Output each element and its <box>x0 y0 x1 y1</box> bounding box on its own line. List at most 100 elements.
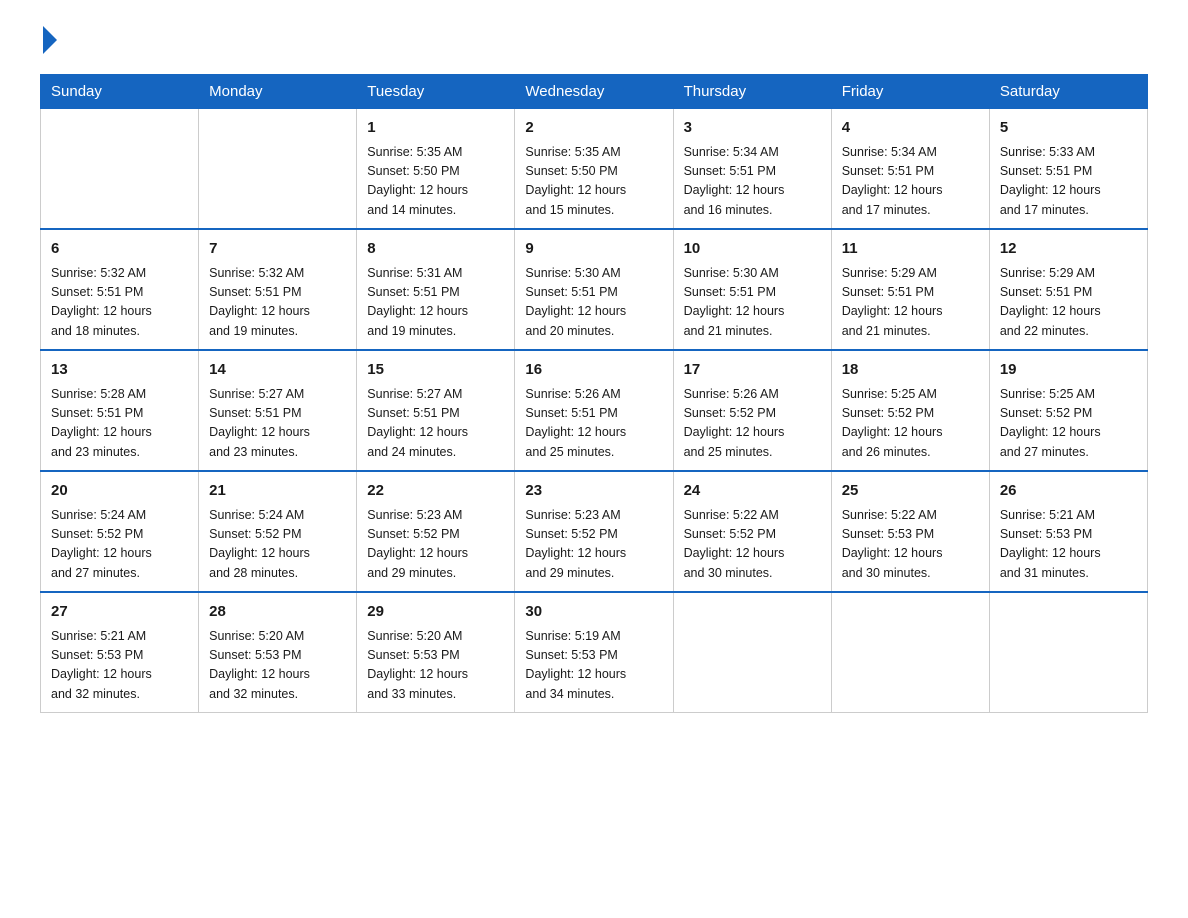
day-info: Sunrise: 5:20 AMSunset: 5:53 PMDaylight:… <box>367 627 504 705</box>
day-info: Sunrise: 5:23 AMSunset: 5:52 PMDaylight:… <box>367 506 504 584</box>
day-number: 2 <box>525 117 662 140</box>
calendar-cell: 14 Sunrise: 5:27 AMSunset: 5:51 PMDayligh… <box>199 350 357 471</box>
day-number: 27 <box>51 601 188 624</box>
calendar-cell: 3 Sunrise: 5:34 AMSunset: 5:51 PMDaylight… <box>673 109 831 230</box>
day-header-tuesday: Tuesday <box>357 75 515 109</box>
day-info: Sunrise: 5:31 AMSunset: 5:51 PMDaylight:… <box>367 264 504 342</box>
calendar-body: 1 Sunrise: 5:35 AMSunset: 5:50 PMDaylight… <box>41 109 1148 713</box>
day-number: 11 <box>842 238 979 261</box>
calendar-cell: 9 Sunrise: 5:30 AMSunset: 5:51 PMDaylight… <box>515 229 673 350</box>
day-header-friday: Friday <box>831 75 989 109</box>
day-info: Sunrise: 5:29 AMSunset: 5:51 PMDaylight:… <box>1000 264 1137 342</box>
day-number: 30 <box>525 601 662 624</box>
day-number: 14 <box>209 359 346 382</box>
calendar-table: SundayMondayTuesdayWednesdayThursdayFrid… <box>40 74 1148 713</box>
day-number: 8 <box>367 238 504 261</box>
calendar-cell: 15Sunrise: 5:27 AMSunset: 5:51 PMDayligh… <box>357 350 515 471</box>
calendar-cell: 7 Sunrise: 5:32 AMSunset: 5:51 PMDaylight… <box>199 229 357 350</box>
calendar-cell: 29 Sunrise: 5:20 AMSunset: 5:53 PMDayligh… <box>357 592 515 713</box>
day-info: Sunrise: 5:30 AMSunset: 5:51 PMDaylight:… <box>684 264 821 342</box>
day-number: 25 <box>842 480 979 503</box>
calendar-cell: 21 Sunrise: 5:24 AMSunset: 5:52 PMDayligh… <box>199 471 357 592</box>
day-number: 5 <box>1000 117 1137 140</box>
calendar-cell: 18Sunrise: 5:25 AMSunset: 5:52 PMDayligh… <box>831 350 989 471</box>
day-info: Sunrise: 5:25 AMSunset: 5:52 PMDaylight:… <box>842 385 979 463</box>
calendar-cell: 6Sunrise: 5:32 AMSunset: 5:51 PMDaylight… <box>41 229 199 350</box>
calendar-cell: 12 Sunrise: 5:29 AMSunset: 5:51 PMDayligh… <box>989 229 1147 350</box>
calendar-week-row: 20Sunrise: 5:24 AMSunset: 5:52 PMDayligh… <box>41 471 1148 592</box>
day-info: Sunrise: 5:26 AMSunset: 5:52 PMDaylight:… <box>684 385 821 463</box>
calendar-cell: 17 Sunrise: 5:26 AMSunset: 5:52 PMDayligh… <box>673 350 831 471</box>
day-info: Sunrise: 5:29 AMSunset: 5:51 PMDaylight:… <box>842 264 979 342</box>
day-header-sunday: Sunday <box>41 75 199 109</box>
day-header-row: SundayMondayTuesdayWednesdayThursdayFrid… <box>41 75 1148 109</box>
day-number: 10 <box>684 238 821 261</box>
day-info: Sunrise: 5:34 AMSunset: 5:51 PMDaylight:… <box>684 143 821 221</box>
calendar-cell: 8 Sunrise: 5:31 AMSunset: 5:51 PMDaylight… <box>357 229 515 350</box>
logo-arrow-icon <box>43 26 57 54</box>
day-number: 29 <box>367 601 504 624</box>
day-number: 7 <box>209 238 346 261</box>
day-number: 3 <box>684 117 821 140</box>
calendar-cell: 26 Sunrise: 5:21 AMSunset: 5:53 PMDayligh… <box>989 471 1147 592</box>
calendar-cell: 24 Sunrise: 5:22 AMSunset: 5:52 PMDayligh… <box>673 471 831 592</box>
calendar-cell: 27Sunrise: 5:21 AMSunset: 5:53 PMDayligh… <box>41 592 199 713</box>
day-info: Sunrise: 5:21 AMSunset: 5:53 PMDaylight:… <box>1000 506 1137 584</box>
day-info: Sunrise: 5:33 AMSunset: 5:51 PMDaylight:… <box>1000 143 1137 221</box>
day-number: 21 <box>209 480 346 503</box>
calendar-cell: 2 Sunrise: 5:35 AMSunset: 5:50 PMDaylight… <box>515 109 673 230</box>
day-header-thursday: Thursday <box>673 75 831 109</box>
calendar-cell: 4 Sunrise: 5:34 AMSunset: 5:51 PMDaylight… <box>831 109 989 230</box>
calendar-cell: 16Sunrise: 5:26 AMSunset: 5:51 PMDayligh… <box>515 350 673 471</box>
day-number: 22 <box>367 480 504 503</box>
day-info: Sunrise: 5:25 AMSunset: 5:52 PMDaylight:… <box>1000 385 1137 463</box>
calendar-cell <box>41 109 199 230</box>
day-info: Sunrise: 5:24 AMSunset: 5:52 PMDaylight:… <box>209 506 346 584</box>
calendar-header: SundayMondayTuesdayWednesdayThursdayFrid… <box>41 75 1148 109</box>
day-info: Sunrise: 5:34 AMSunset: 5:51 PMDaylight:… <box>842 143 979 221</box>
day-info: Sunrise: 5:35 AMSunset: 5:50 PMDaylight:… <box>525 143 662 221</box>
calendar-cell <box>673 592 831 713</box>
day-number: 28 <box>209 601 346 624</box>
day-number: 19 <box>1000 359 1137 382</box>
day-number: 24 <box>684 480 821 503</box>
day-info: Sunrise: 5:28 AMSunset: 5:51 PMDaylight:… <box>51 385 188 463</box>
calendar-cell <box>831 592 989 713</box>
day-number: 6 <box>51 238 188 261</box>
day-number: 13 <box>51 359 188 382</box>
day-header-wednesday: Wednesday <box>515 75 673 109</box>
calendar-week-row: 6 Sunrise: 5:32 AMSunset: 5:51 PMDaylight… <box>41 229 1148 350</box>
day-info: Sunrise: 5:19 AMSunset: 5:53 PMDaylight:… <box>525 627 662 705</box>
calendar-cell: 22 Sunrise: 5:23 AMSunset: 5:52 PMDayligh… <box>357 471 515 592</box>
day-number: 23 <box>525 480 662 503</box>
day-info: Sunrise: 5:27 AMSunset: 5:51 PMDaylight:… <box>209 385 346 463</box>
day-header-monday: Monday <box>199 75 357 109</box>
calendar-cell: 23 Sunrise: 5:23 AMSunset: 5:52 PMDayligh… <box>515 471 673 592</box>
day-info: Sunrise: 5:32 AMSunset: 5:51 PMDaylight:… <box>209 264 346 342</box>
day-info: Sunrise: 5:20 AMSunset: 5:53 PMDaylight:… <box>209 627 346 705</box>
day-number: 12 <box>1000 238 1137 261</box>
day-info: Sunrise: 5:22 AMSunset: 5:53 PMDaylight:… <box>842 506 979 584</box>
day-number: 15 <box>367 359 504 382</box>
calendar-cell <box>199 109 357 230</box>
calendar-cell: 10 Sunrise: 5:30 AMSunset: 5:51 PMDayligh… <box>673 229 831 350</box>
day-info: Sunrise: 5:30 AMSunset: 5:51 PMDaylight:… <box>525 264 662 342</box>
calendar-cell: 20Sunrise: 5:24 AMSunset: 5:52 PMDayligh… <box>41 471 199 592</box>
logo <box>40 30 60 54</box>
calendar-cell: 25 Sunrise: 5:22 AMSunset: 5:53 PMDayligh… <box>831 471 989 592</box>
day-header-saturday: Saturday <box>989 75 1147 109</box>
page-header <box>40 30 1148 54</box>
day-info: Sunrise: 5:22 AMSunset: 5:52 PMDaylight:… <box>684 506 821 584</box>
day-number: 26 <box>1000 480 1137 503</box>
day-number: 4 <box>842 117 979 140</box>
day-info: Sunrise: 5:35 AMSunset: 5:50 PMDaylight:… <box>367 143 504 221</box>
calendar-week-row: 1 Sunrise: 5:35 AMSunset: 5:50 PMDaylight… <box>41 109 1148 230</box>
day-number: 17 <box>684 359 821 382</box>
calendar-week-row: 27Sunrise: 5:21 AMSunset: 5:53 PMDayligh… <box>41 592 1148 713</box>
calendar-cell: 11 Sunrise: 5:29 AMSunset: 5:51 PMDayligh… <box>831 229 989 350</box>
day-number: 9 <box>525 238 662 261</box>
day-number: 16 <box>525 359 662 382</box>
day-number: 1 <box>367 117 504 140</box>
day-info: Sunrise: 5:23 AMSunset: 5:52 PMDaylight:… <box>525 506 662 584</box>
calendar-cell: 28 Sunrise: 5:20 AMSunset: 5:53 PMDayligh… <box>199 592 357 713</box>
